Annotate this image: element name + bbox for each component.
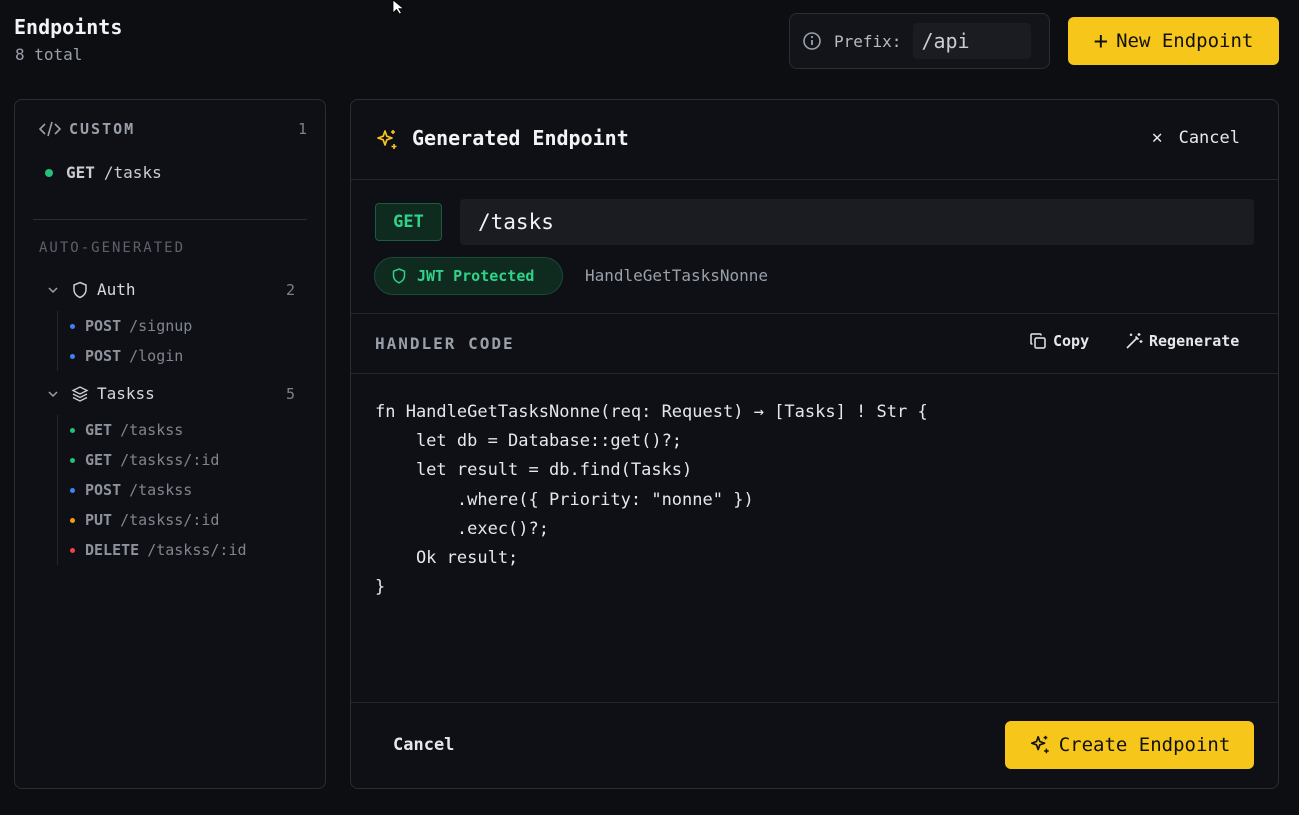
item-path: /taskss/:id xyxy=(120,451,220,469)
list-item[interactable]: POST /taskss xyxy=(58,475,247,505)
copy-icon xyxy=(1030,333,1046,349)
group-name: Auth xyxy=(97,280,136,299)
list-item[interactable]: GET /taskss xyxy=(58,415,247,445)
list-item[interactable]: GET /taskss/:id xyxy=(58,445,247,475)
method-dot xyxy=(70,323,75,329)
new-endpoint-button[interactable]: + New Endpoint xyxy=(1068,17,1279,65)
item-path: /taskss/:id xyxy=(120,511,220,529)
item-method: PUT xyxy=(85,511,113,529)
sidebar-item-custom-get-tasks[interactable]: GET /tasks xyxy=(45,163,162,182)
regenerate-button[interactable]: Regenerate xyxy=(1125,332,1239,350)
group-taskss[interactable]: Taskss 5 xyxy=(47,384,295,403)
close-icon: ✕ xyxy=(1151,127,1163,148)
group-count: 2 xyxy=(285,280,295,299)
item-method: POST xyxy=(85,317,122,335)
list-item[interactable]: POST /signup xyxy=(58,311,192,341)
item-path: /signup xyxy=(129,317,193,335)
mouse-cursor-icon xyxy=(392,0,405,14)
prefix-label: Prefix: xyxy=(834,31,902,51)
item-method: POST xyxy=(85,347,122,365)
shield-icon xyxy=(392,268,406,284)
plus-icon: + xyxy=(1093,27,1109,55)
endpoint-sidebar: CUSTOM 1 GET /tasks AUTO-GENERATED Auth … xyxy=(14,99,326,789)
path-input[interactable] xyxy=(460,199,1254,245)
handler-code-block[interactable]: fn HandleGetTasksNonne(req: Request) → [… xyxy=(375,398,928,602)
prefix-input[interactable] xyxy=(913,23,1032,59)
layers-icon xyxy=(71,385,89,402)
custom-count: 1 xyxy=(297,120,307,138)
create-endpoint-label: Create Endpoint xyxy=(1058,734,1231,756)
item-method: GET xyxy=(85,451,113,469)
item-path: /tasks xyxy=(103,163,162,182)
panel-header: Generated Endpoint ✕ Cancel xyxy=(351,100,1278,180)
list-item[interactable]: POST /login xyxy=(58,341,192,371)
item-method: POST xyxy=(85,481,122,499)
item-method: GET xyxy=(85,421,113,439)
chevron-down-icon xyxy=(48,390,58,397)
cancel-header-button[interactable]: ✕ Cancel xyxy=(1152,127,1240,148)
taskss-endpoint-list: GET /taskss GET /taskss/:id POST /taskss… xyxy=(57,415,247,565)
chevron-down-icon xyxy=(48,286,58,293)
endpoint-count: 8 total xyxy=(15,45,83,64)
cancel-button[interactable]: Cancel xyxy=(393,735,454,755)
method-selector[interactable]: GET xyxy=(375,203,442,241)
list-item[interactable]: PUT /taskss/:id xyxy=(58,505,247,535)
panel-title: Generated Endpoint xyxy=(412,126,629,150)
shield-icon xyxy=(73,281,87,298)
item-method: DELETE xyxy=(85,541,140,559)
method-dot xyxy=(70,427,75,433)
regenerate-label: Regenerate xyxy=(1149,332,1240,350)
jwt-badge-label: JWT Protected xyxy=(417,267,535,285)
create-endpoint-button[interactable]: Create Endpoint xyxy=(1005,721,1254,769)
custom-section-header[interactable]: CUSTOM 1 xyxy=(39,120,307,138)
group-name: Taskss xyxy=(97,384,155,403)
copy-label: Copy xyxy=(1053,332,1090,350)
item-path: /taskss xyxy=(120,421,184,439)
auto-generated-header: AUTO-GENERATED xyxy=(39,240,186,256)
new-endpoint-label: New Endpoint xyxy=(1116,30,1254,52)
jwt-protected-badge[interactable]: JWT Protected xyxy=(374,257,563,295)
item-path: /taskss xyxy=(129,481,193,499)
code-icon xyxy=(39,121,61,137)
item-path: /login xyxy=(129,347,184,365)
prefix-field: Prefix: xyxy=(789,13,1050,69)
copy-button[interactable]: Copy xyxy=(1029,332,1089,350)
route-section: GET JWT Protected HandleGetTasksNonne xyxy=(351,180,1278,314)
list-item[interactable]: DELETE /taskss/:id xyxy=(58,535,247,565)
method-dot xyxy=(70,457,75,463)
method-dot xyxy=(70,487,75,493)
panel-footer: Cancel Create Endpoint xyxy=(351,702,1278,788)
method-dot xyxy=(70,547,75,553)
handler-code-label: HANDLER CODE xyxy=(375,334,515,353)
page-title: Endpoints xyxy=(14,15,123,39)
generated-endpoint-panel: Generated Endpoint ✕ Cancel GET JWT Prot… xyxy=(350,99,1279,789)
item-path: /taskss/:id xyxy=(147,541,247,559)
group-count: 5 xyxy=(285,384,295,403)
magic-wand-icon xyxy=(1126,333,1143,349)
auth-endpoint-list: POST /signup POST /login xyxy=(57,311,192,371)
method-dot xyxy=(70,517,75,523)
group-auth[interactable]: Auth 2 xyxy=(47,280,295,299)
method-dot xyxy=(45,168,53,177)
cancel-header-label: Cancel xyxy=(1178,127,1240,148)
sparkles-icon xyxy=(1030,735,1049,754)
info-icon xyxy=(803,32,821,50)
sparkles-icon xyxy=(377,130,397,149)
method-dot xyxy=(70,353,75,359)
handler-code-header: HANDLER CODE Copy Regenerate xyxy=(351,314,1278,374)
handler-name: HandleGetTasksNonne xyxy=(585,266,769,285)
sidebar-divider xyxy=(33,219,307,220)
item-method: GET xyxy=(66,163,95,182)
custom-section-label: CUSTOM xyxy=(69,120,136,138)
